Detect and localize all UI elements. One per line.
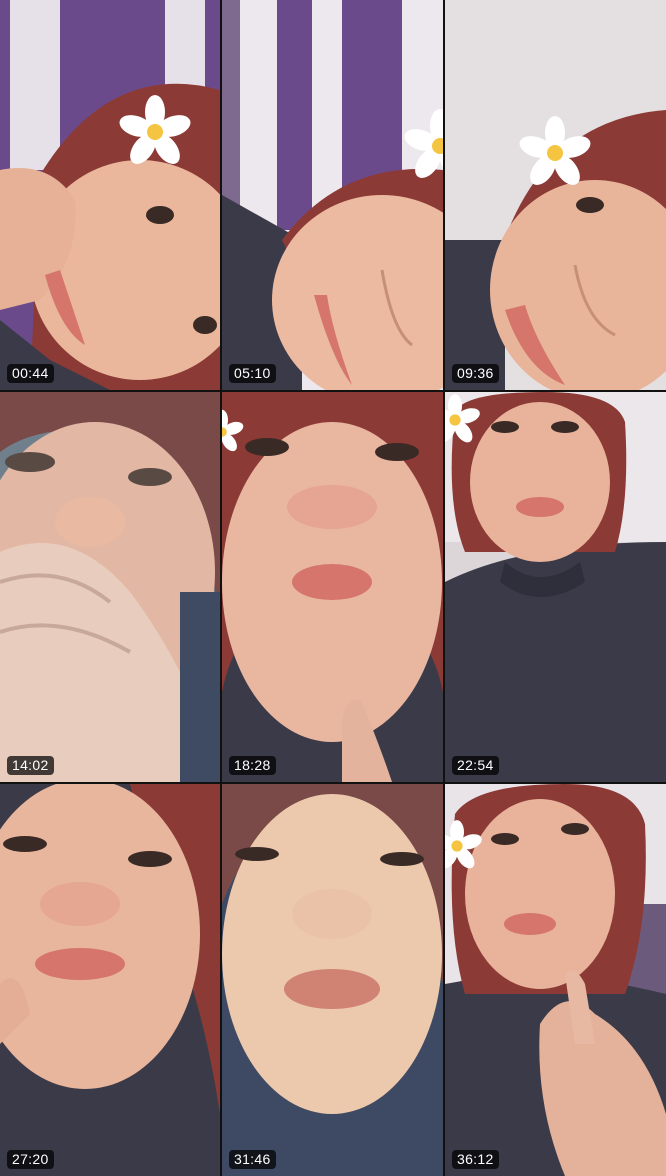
video-thumbnail[interactable]: 14:02 [0,392,220,782]
thumbnail-image [445,0,666,390]
timestamp-badge: 18:28 [229,756,276,775]
thumbnail-image [0,784,220,1176]
video-thumbnail[interactable]: 31:46 [222,784,443,1176]
timestamp-badge: 09:36 [452,364,499,383]
timestamp-badge: 27:20 [7,1150,54,1169]
thumbnail-image [0,392,220,782]
timestamp-badge: 14:02 [7,756,54,775]
video-thumbnail[interactable]: 05:10 [222,0,443,390]
timestamp-badge: 00:44 [7,364,54,383]
thumbnail-image [222,0,443,390]
thumbnail-image [222,784,443,1176]
thumbnail-grid: 00:44 05:10 09:36 14:02 18:28 22:54 27:2… [0,0,666,1176]
video-thumbnail[interactable]: 00:44 [0,0,220,390]
video-thumbnail[interactable]: 36:12 [445,784,666,1176]
timestamp-badge: 22:54 [452,756,499,775]
video-thumbnail[interactable]: 22:54 [445,392,666,782]
thumbnail-image [0,0,220,390]
thumbnail-image [445,784,666,1176]
timestamp-badge: 31:46 [229,1150,276,1169]
video-thumbnail[interactable]: 27:20 [0,784,220,1176]
video-thumbnail[interactable]: 18:28 [222,392,443,782]
thumbnail-image [222,392,443,782]
timestamp-badge: 36:12 [452,1150,499,1169]
thumbnail-image [445,392,666,782]
video-thumbnail[interactable]: 09:36 [445,0,666,390]
timestamp-badge: 05:10 [229,364,276,383]
